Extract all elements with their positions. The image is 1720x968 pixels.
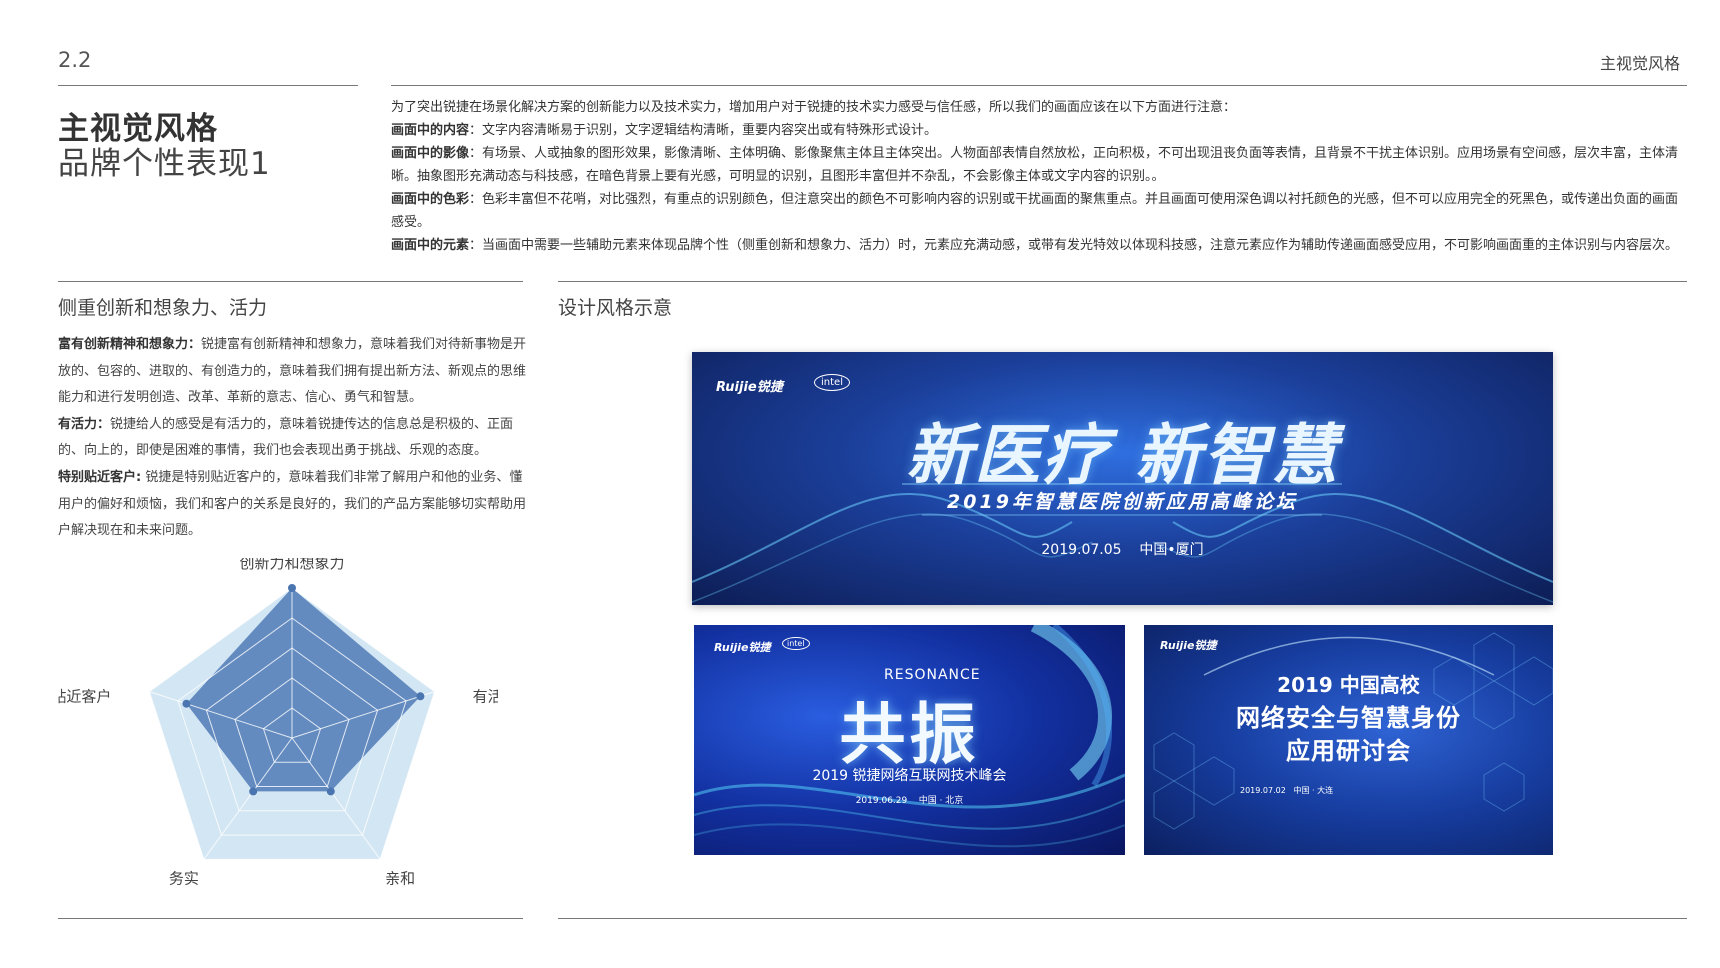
intro-item: 画面中的影像：有场景、人或抽象的图形效果，影像清晰、主体明确、影像聚焦主体且主体…: [391, 146, 1679, 184]
page-subtitle: 品牌个性表现1: [58, 146, 271, 182]
banner-2-headline: 共振: [839, 696, 980, 773]
banner-resonance-summit: Ruijie锐捷 intel RESONANCE 共振 2019 锐捷网络互联网…: [694, 625, 1125, 855]
banner-medical-forum: Ruijie锐捷 intel 新医疗 新智慧 2019年智慧医院创新应用高峰论坛…: [692, 352, 1553, 605]
banner-3-line2: 网络安全与智慧身份: [1236, 704, 1461, 732]
traits-text: 富有创新精神和想象力：锐捷富有创新精神和想象力，意味着我们对待新事物是开放的、包…: [58, 332, 528, 545]
banner-2-subtitle: 2019 锐捷网络互联网技术峰会: [812, 768, 1007, 784]
page-number: 2.2: [58, 48, 92, 72]
radar-point: [249, 787, 258, 796]
intro-rule: [391, 85, 1687, 86]
banner-2-date-location: 2019.06.29 中国 · 北京: [855, 796, 964, 806]
banner-1-headline: 新医疗 新智慧: [906, 417, 1339, 494]
ruijie-logo: Ruijie锐捷: [714, 641, 771, 654]
radar-point: [416, 692, 425, 701]
bottom-rule-left: [58, 918, 523, 919]
section-label: 主视觉风格: [1599, 54, 1680, 73]
ruijie-logo: Ruijie锐捷: [716, 380, 783, 395]
radar-point: [288, 584, 296, 592]
trait-item: 特别贴近客户: 锐捷是特别贴近客户的，意味着我们非常了解用户和他的业务、懂用户的…: [58, 469, 527, 539]
intro-item: 画面中的内容：文字内容清晰易于识别，文字逻辑结构清晰，重要内容突出或有特殊形式设…: [391, 123, 938, 138]
section-rule-right: [558, 281, 1687, 282]
radar-point: [182, 699, 191, 708]
bottom-rule-right: [558, 918, 1687, 919]
intro-item: 画面中的元素：当画面中需要一些辅助元素来体现品牌个性（侧重创新和想象力、活力）时…: [391, 238, 1679, 253]
radar-axis-label: 亲和: [385, 869, 415, 887]
radar-axis-label: 有活力: [473, 688, 498, 706]
radar-axis-label: 贴近客户: [58, 688, 111, 706]
radar-axis-label: 务实: [169, 869, 199, 887]
right-heading: 设计风格示意: [558, 297, 673, 319]
section-rule-left: [58, 281, 523, 282]
radar-point: [326, 787, 335, 796]
banner-1-subtitle: 2019年智慧医院创新应用高峰论坛: [947, 491, 1298, 513]
trait-item: 富有创新精神和想象力：锐捷富有创新精神和想象力，意味着我们对待新事物是开放的、包…: [58, 337, 527, 406]
banner-1-date-location: 2019.07.05 中国•厦门: [1041, 542, 1204, 558]
title-rule: [58, 85, 358, 86]
intro-text: 为了突出锐捷在场景化解决方案的创新能力以及技术实力，增加用户对于锐捷的技术实力感…: [391, 96, 1687, 257]
trait-item: 有活力：锐捷给人的感受是有活力的，意味着锐捷传达的信息总是积极的、正面的、向上的…: [58, 416, 514, 459]
intro-lead: 为了突出锐捷在场景化解决方案的创新能力以及技术实力，增加用户对于锐捷的技术实力感…: [391, 100, 1237, 115]
banner-security-seminar: Ruijie锐捷 2019 中国高校 网络安全与智慧身份 应用研讨会 2019.…: [1144, 625, 1553, 855]
intro-item: 画面中的色彩：色彩丰富但不花哨，对比强烈，有重点的识别颜色，但注意突出的颜色不可…: [391, 192, 1679, 230]
intel-logo: intel: [814, 374, 850, 391]
radar-chart: 创新力和想象力有活力亲和 务实 贴近客户: [58, 558, 498, 887]
left-heading: 侧重创新和想象力、活力: [58, 297, 268, 319]
ruijie-logo: Ruijie锐捷: [1160, 639, 1217, 652]
banner-3-line1: 2019 中国高校: [1277, 673, 1420, 697]
radar-axis-label: 创新力和想象力: [239, 558, 344, 572]
banner-3-date-location: 2019.07.02 中国 · 大连: [1240, 786, 1334, 795]
banner-3-line3: 应用研讨会: [1286, 737, 1411, 765]
intel-logo: intel: [782, 637, 810, 650]
